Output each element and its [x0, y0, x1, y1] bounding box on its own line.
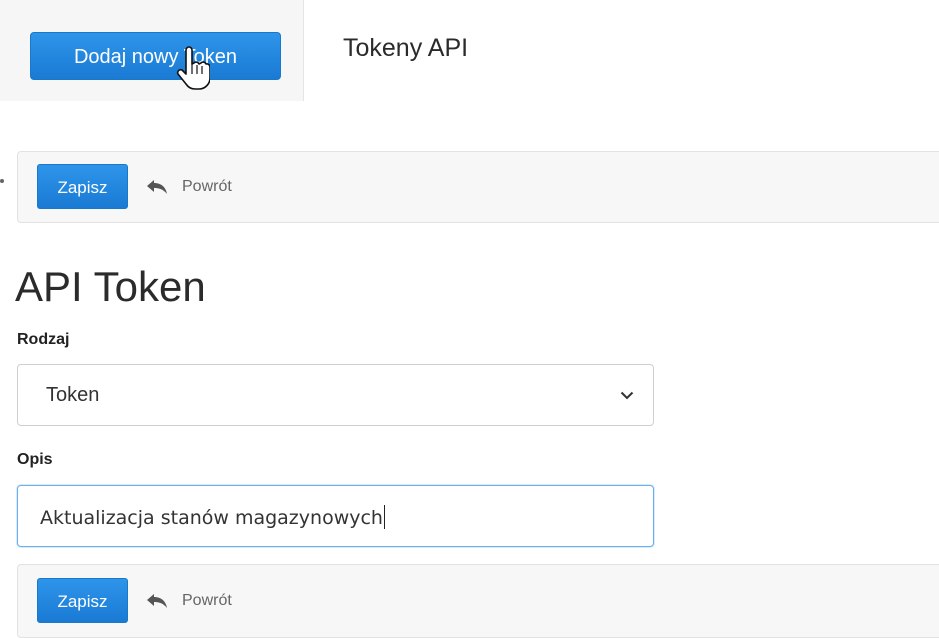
back-link-label: Powrót [182, 177, 232, 195]
add-new-token-button[interactable]: Dodaj nowy Token [30, 32, 281, 80]
top-action-toolbar: Zapisz Powrót [17, 151, 939, 223]
description-field-label: Opis [17, 451, 53, 468]
reply-arrow-icon [147, 593, 167, 608]
save-button-bottom[interactable]: Zapisz [37, 578, 128, 623]
back-link-label: Powrót [182, 591, 232, 609]
hand-pointer-icon [176, 46, 210, 90]
type-field-label: Rodzaj [17, 331, 70, 348]
description-input-value: Aktualizacja stanów magazynowych [40, 505, 385, 529]
top-bar: Dodaj nowy Token Tokeny API [0, 0, 939, 101]
description-input[interactable]: Aktualizacja stanów magazynowych [17, 485, 654, 547]
reply-arrow-icon [147, 179, 167, 194]
page-header-title: Tokeny API [343, 34, 469, 62]
back-link[interactable]: Powrót [146, 164, 232, 209]
save-button[interactable]: Zapisz [37, 164, 128, 209]
form-title: API Token [15, 263, 206, 310]
divider-dot [0, 179, 4, 183]
type-select-value: Token [46, 384, 100, 406]
back-link-bottom[interactable]: Powrót [146, 578, 232, 623]
type-select[interactable]: Token [17, 364, 654, 426]
chevron-down-icon [620, 391, 634, 400]
top-bar-left-panel: Dodaj nowy Token [0, 0, 304, 101]
bottom-action-toolbar: Zapisz Powrót [17, 564, 939, 638]
